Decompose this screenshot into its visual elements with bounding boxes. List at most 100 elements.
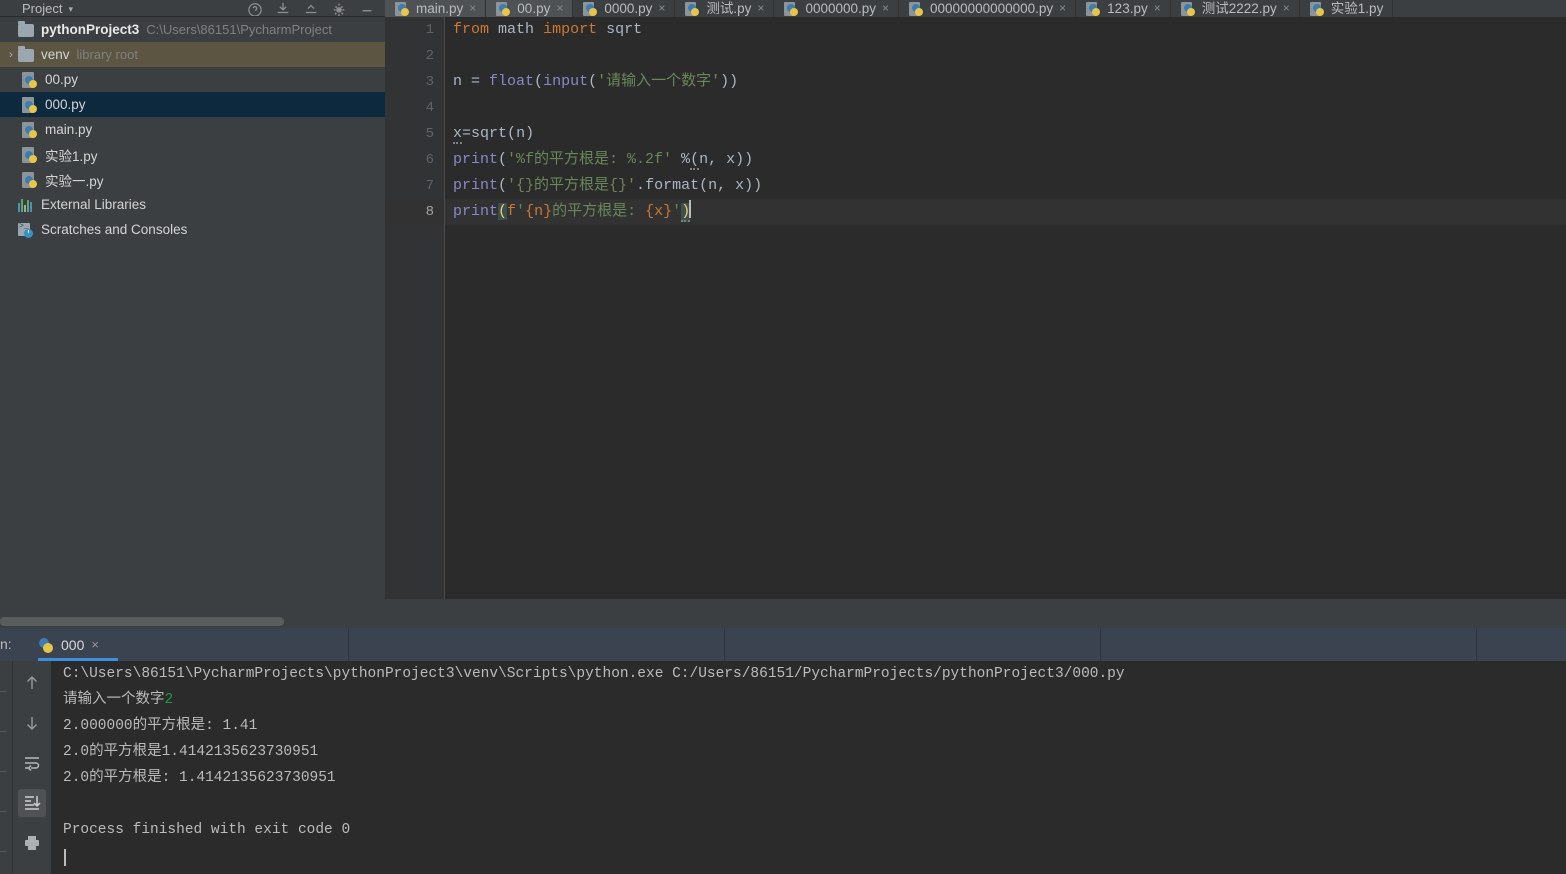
python-file-icon bbox=[583, 1, 598, 17]
text-caret bbox=[689, 200, 692, 218]
line-number: 2 bbox=[425, 48, 434, 64]
line-number: 1 bbox=[425, 22, 434, 38]
tree-item-pythonProject3[interactable]: pythonProject3 C:\Users\86151\PycharmPro… bbox=[0, 17, 385, 42]
code-line-1: from math import sqrt bbox=[453, 21, 643, 38]
tree-item-000-py[interactable]: 000.py bbox=[0, 92, 385, 117]
editor-tab-123-py[interactable]: 123.py × bbox=[1076, 0, 1171, 17]
tab-label: 实验1.py bbox=[1330, 1, 1384, 16]
console-line-command: C:\Users\86151\PycharmProjects\pythonPro… bbox=[63, 666, 1125, 682]
python-file-icon bbox=[1309, 1, 1325, 17]
expand-icon[interactable] bbox=[303, 2, 319, 16]
prompt-text: 请输入一个数字 bbox=[63, 692, 165, 708]
tree-item-label: 实验一.py bbox=[45, 173, 104, 189]
console-line-result-2: 2.0的平方根是1.4142135623730951 bbox=[63, 744, 319, 760]
scratches-icon bbox=[18, 221, 36, 239]
project-tree[interactable]: pythonProject3 C:\Users\86151\PycharmPro… bbox=[0, 17, 385, 615]
editor-tab-shiyan1-py[interactable]: 实验1.py bbox=[1300, 0, 1394, 17]
code-line-5: x=sqrt(n) bbox=[453, 125, 535, 144]
editor-gutter[interactable]: 1 2 3 4 5 6 7 8 bbox=[385, 17, 445, 599]
project-panel-title[interactable]: Project bbox=[0, 2, 62, 16]
run-tab-bar: n: 000 × bbox=[0, 628, 1566, 661]
project-panel-header: Project ▾ bbox=[0, 0, 385, 17]
code-line-8: print(f'{n}的平方根是: {x}') bbox=[453, 199, 692, 225]
close-icon[interactable]: × bbox=[1154, 0, 1161, 17]
folder-icon bbox=[18, 45, 36, 64]
tree-item-label: 实验1.py bbox=[45, 148, 98, 164]
close-icon[interactable]: × bbox=[757, 0, 764, 17]
line-number: 5 bbox=[425, 126, 434, 142]
editor-tab-0000-py[interactable]: 0000.py × bbox=[573, 0, 676, 17]
editor-tab-ceshi2222-py[interactable]: 测试2222.py × bbox=[1171, 0, 1300, 17]
hide-panel-icon[interactable] bbox=[359, 2, 375, 16]
console-output[interactable]: C:\Users\86151\PycharmProjects\pythonPro… bbox=[51, 661, 1566, 874]
editor-tab-00-py[interactable]: 00.py × bbox=[486, 0, 574, 17]
close-icon[interactable]: × bbox=[1283, 0, 1290, 17]
python-file-icon bbox=[685, 1, 700, 17]
gear-icon[interactable] bbox=[331, 2, 347, 16]
tree-item-label: Scratches and Consoles bbox=[41, 222, 188, 237]
help-icon[interactable] bbox=[247, 2, 263, 16]
run-panel-divider bbox=[348, 628, 349, 661]
down-arrow-icon[interactable] bbox=[18, 709, 46, 737]
code-line-7: print('{}的平方根是{}'.format(n, x)) bbox=[453, 177, 763, 194]
scrollbar-thumb[interactable] bbox=[0, 617, 284, 626]
collapse-all-icon[interactable] bbox=[275, 2, 291, 16]
python-file-icon bbox=[22, 121, 40, 139]
scroll-to-end-icon[interactable] bbox=[18, 789, 46, 817]
run-tab-000[interactable]: 000 × bbox=[28, 628, 118, 661]
run-panel-divider bbox=[1476, 628, 1477, 661]
close-icon[interactable]: × bbox=[882, 0, 889, 17]
tree-item-label: 00.py bbox=[45, 72, 79, 87]
line-number: 6 bbox=[425, 152, 434, 168]
tree-item-shiyanyi-py[interactable]: 实验一.py bbox=[0, 167, 385, 192]
tree-item-00-py[interactable]: 00.py bbox=[0, 67, 385, 92]
trash-icon[interactable] bbox=[18, 869, 46, 874]
python-file-icon bbox=[22, 146, 40, 164]
console-toolbar bbox=[13, 661, 51, 874]
tree-item-venv[interactable]: › venv library root bbox=[0, 42, 385, 67]
editor-bottom-filler bbox=[385, 599, 1566, 628]
console-line-result-3: 2.0的平方根是: 1.4142135623730951 bbox=[63, 770, 336, 786]
editor-tab-00000000000000-py[interactable]: 00000000000000.py × bbox=[899, 0, 1077, 17]
chevron-down-icon[interactable]: ▾ bbox=[68, 2, 73, 16]
up-arrow-icon[interactable] bbox=[18, 669, 46, 697]
tab-label: 00000000000000.py bbox=[930, 1, 1054, 16]
tab-label: 测试2222.py bbox=[1201, 1, 1277, 16]
project-horizontal-scrollbar[interactable] bbox=[0, 615, 385, 628]
run-tab-label: 000 bbox=[61, 636, 85, 653]
tree-item-shiyan1-py[interactable]: 实验1.py bbox=[0, 142, 385, 167]
run-panel-divider bbox=[1100, 628, 1101, 661]
tree-item-scratches-and-consoles[interactable]: Scratches and Consoles bbox=[0, 217, 385, 242]
tree-item-label: External Libraries bbox=[41, 197, 147, 212]
close-icon[interactable]: × bbox=[91, 637, 99, 652]
python-file-icon bbox=[22, 171, 40, 189]
close-icon[interactable]: × bbox=[1059, 0, 1066, 17]
tree-item-external-libraries[interactable]: External Libraries bbox=[0, 192, 385, 217]
editor-tab-0000000-py[interactable]: 0000000.py × bbox=[774, 0, 900, 17]
tree-item-label: 000.py bbox=[45, 97, 86, 112]
line-number: 4 bbox=[425, 100, 434, 116]
run-panel-divider bbox=[724, 628, 725, 661]
tab-label: 123.py bbox=[1107, 1, 1148, 16]
editor-tab-ceshi-py[interactable]: 测试.py × bbox=[675, 0, 775, 17]
editor-tab-bar[interactable]: main.py × 00.py × 0000.py × 测试.py × 0000… bbox=[385, 0, 1566, 17]
close-icon[interactable]: × bbox=[658, 0, 665, 17]
editor-area: main.py × 00.py × 0000.py × 测试.py × 0000… bbox=[385, 0, 1566, 628]
code-editor[interactable]: from math import sqrt n = float(input('请… bbox=[445, 17, 1566, 599]
line-number: 3 bbox=[425, 74, 434, 90]
chevron-right-icon[interactable]: › bbox=[4, 49, 18, 61]
folder-icon bbox=[18, 20, 36, 39]
tree-item-label: main.py bbox=[45, 122, 93, 137]
editor-tab-main-py[interactable]: main.py × bbox=[385, 0, 487, 17]
code-line-6: print('%f的平方根是: %.2f' %(n, x)) bbox=[453, 151, 754, 170]
close-icon[interactable]: × bbox=[556, 0, 563, 17]
soft-wrap-icon[interactable] bbox=[18, 749, 46, 777]
line-number: 7 bbox=[425, 178, 434, 194]
print-icon[interactable] bbox=[18, 829, 46, 857]
run-tool-window: n: 000 × C:\Users\86151\PycharmProjects\… bbox=[0, 628, 1566, 874]
tree-item-main-py[interactable]: main.py bbox=[0, 117, 385, 142]
tree-item-sublabel: library root bbox=[76, 47, 138, 62]
python-file-icon bbox=[395, 1, 410, 17]
close-icon[interactable]: × bbox=[469, 0, 476, 17]
console-line-prompt: 请输入一个数字2 bbox=[63, 687, 173, 713]
